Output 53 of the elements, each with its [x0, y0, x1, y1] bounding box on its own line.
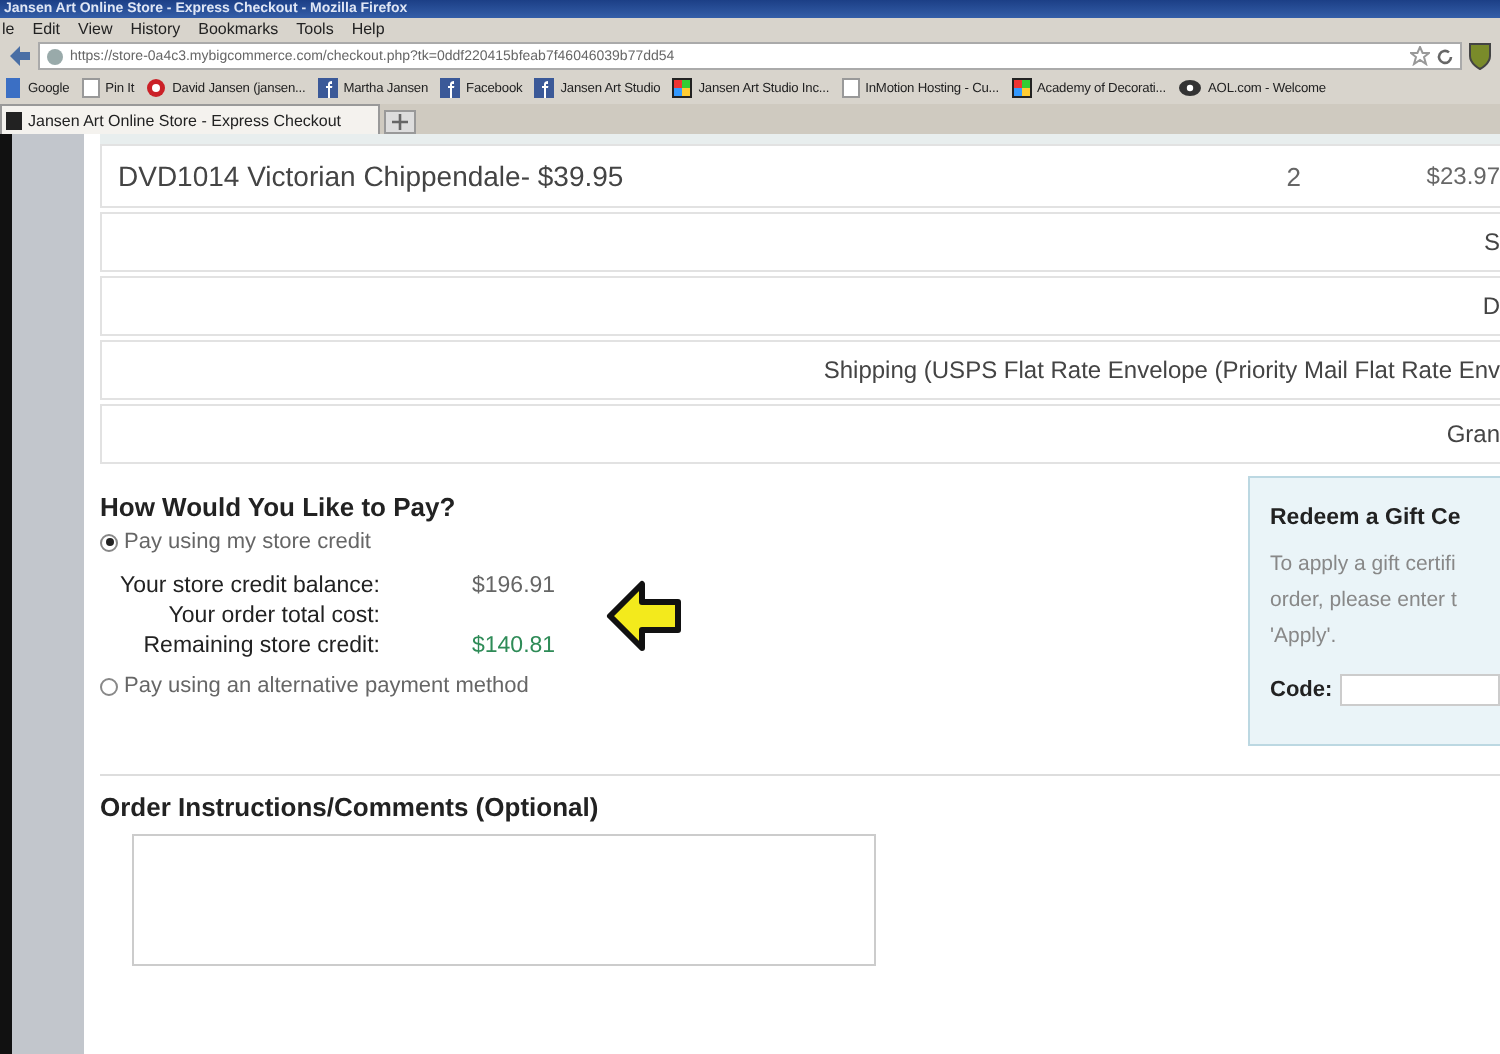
- pin-icon: [146, 78, 167, 98]
- radio-option[interactable]: Pay using an alternative payment method: [100, 674, 1248, 698]
- page-icon: [81, 78, 100, 98]
- section-heading: Order Instructions/Comments (Optional): [100, 792, 601, 822]
- credit-label: Remaining store credit:: [141, 634, 380, 658]
- facebook-icon: [534, 78, 555, 98]
- site-icon: [4, 78, 22, 98]
- radio-button[interactable]: [100, 677, 118, 695]
- menu-item[interactable]: View: [78, 20, 113, 38]
- app-icon: [672, 78, 693, 98]
- favicon-icon: [6, 111, 22, 129]
- total-label: Gran: [1446, 420, 1500, 448]
- plus-icon: [391, 114, 408, 130]
- panel-title: Redeem a Gift Ce: [1270, 506, 1463, 530]
- menu-item[interactable]: Tools: [296, 20, 334, 38]
- product-name: DVD1014 Victorian Chippendale- $39.95: [118, 160, 626, 192]
- radio-option[interactable]: Pay using my store credit: [100, 530, 1248, 554]
- browser-tab[interactable]: Jansen Art Online Store - Express Checkout: [0, 104, 380, 134]
- panel-text: 'Apply'.: [1270, 622, 1339, 652]
- page-icon: [841, 78, 860, 98]
- option-label: Pay using an alternative payment method: [124, 674, 529, 698]
- credit-amount: $196.91: [472, 574, 556, 598]
- reload-icon[interactable]: [1436, 47, 1454, 65]
- credit-label: Your order total cost:: [166, 604, 380, 628]
- new-tab-button[interactable]: [383, 110, 416, 134]
- total-label: Shipping (USPS Flat Rate Envelope (Priority Mail Flat Rate Env: [823, 356, 1500, 384]
- panel-text: To apply a gift certifi: [1270, 550, 1458, 580]
- menu-item[interactable]: Help: [351, 20, 385, 38]
- option-label: Pay using my store credit: [124, 530, 371, 554]
- star-icon[interactable]: [1410, 46, 1430, 66]
- credit-amount: $140.81: [472, 634, 556, 658]
- credit-label: Your store credit balance:: [120, 574, 380, 598]
- menu-item[interactable]: Edit: [32, 20, 61, 38]
- arrow-icon: [603, 578, 684, 654]
- app-icon: [1011, 78, 1031, 98]
- back-arrow-icon[interactable]: [8, 44, 32, 68]
- section-heading: How Would You Like to Pay?: [100, 492, 458, 522]
- quantity: 2: [1286, 161, 1304, 191]
- code-field[interactable]: [1340, 674, 1500, 706]
- item-price: $23.97: [1426, 162, 1500, 190]
- shield-icon[interactable]: [1468, 42, 1492, 70]
- radio-button[interactable]: [100, 533, 118, 551]
- code-label: Code:: [1270, 678, 1333, 702]
- facebook-icon: [440, 78, 461, 98]
- total-label: D: [1482, 292, 1500, 320]
- menu-item[interactable]: Bookmarks: [198, 20, 279, 38]
- total-label: S: [1483, 228, 1500, 256]
- panel-text: order, please enter t: [1270, 586, 1459, 616]
- aol-icon: [1178, 78, 1202, 98]
- facebook-icon: [317, 78, 338, 98]
- menu-item[interactable]: History: [130, 20, 181, 38]
- comments-field[interactable]: [132, 834, 876, 966]
- menu-item[interactable]: le: [2, 20, 15, 38]
